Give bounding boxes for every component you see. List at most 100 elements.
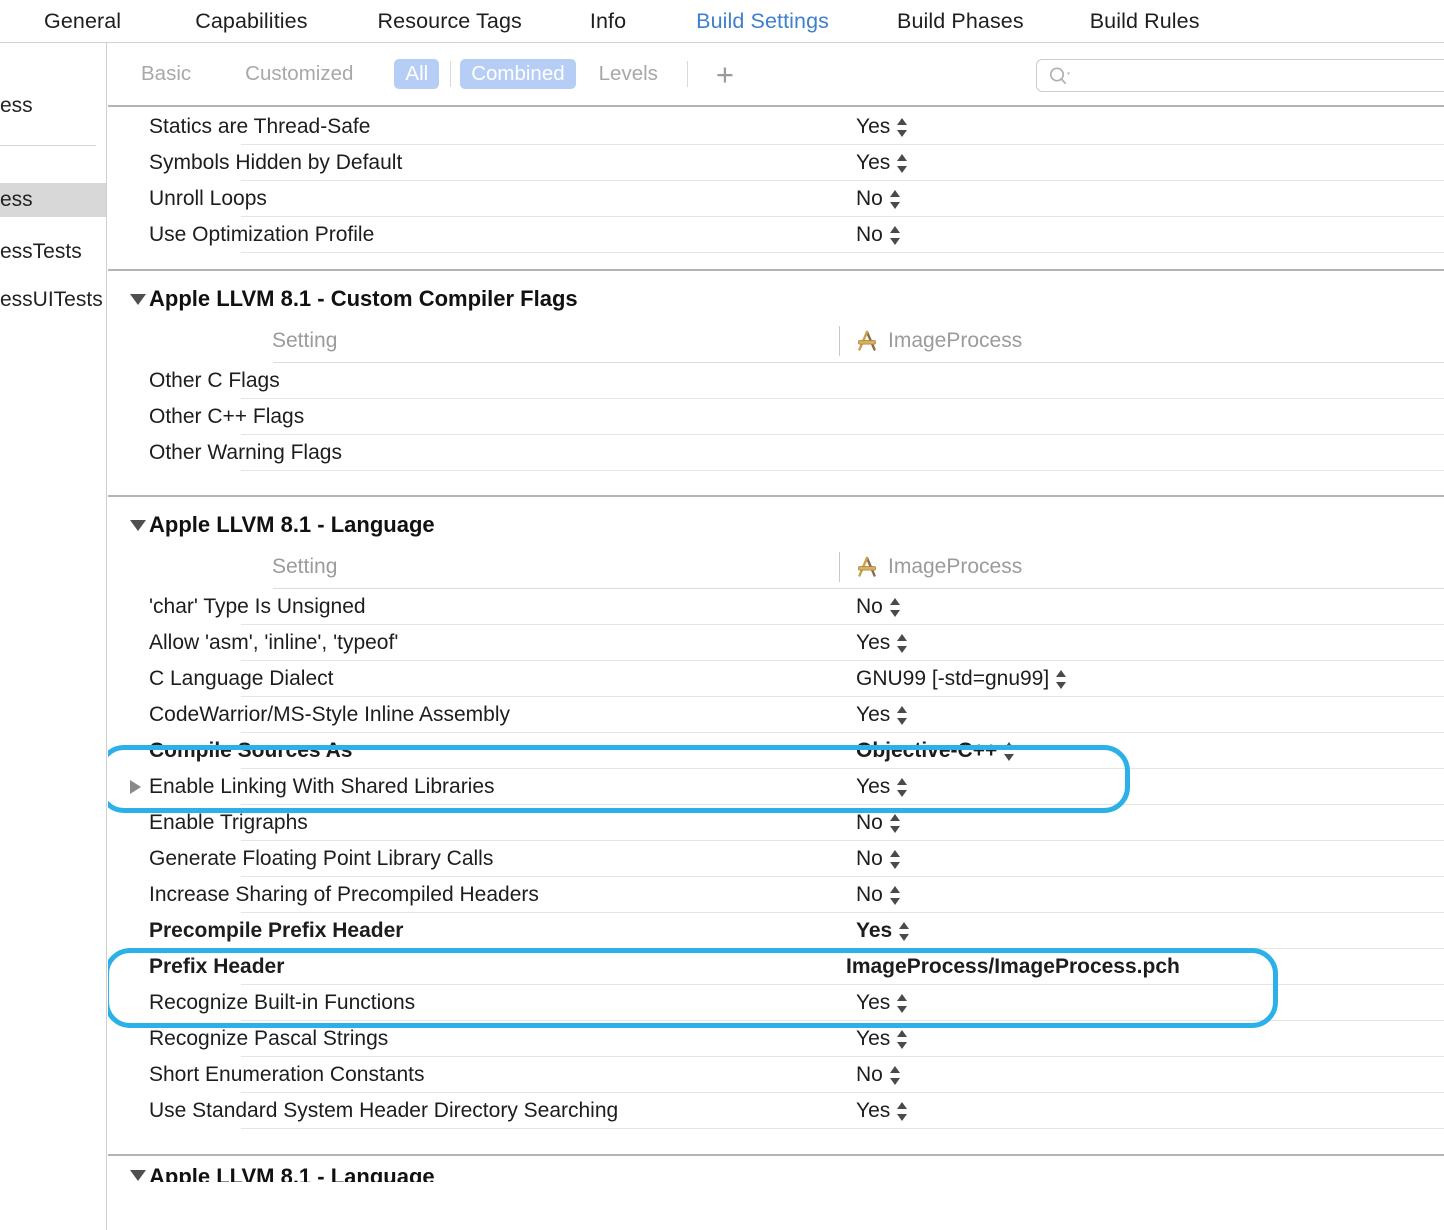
table-row[interactable]: Other Warning Flags [108, 435, 1444, 471]
stepper-icon[interactable] [890, 1066, 901, 1085]
tab-build-settings[interactable]: Build Settings [690, 7, 835, 36]
stepper-icon[interactable] [890, 814, 901, 833]
table-row[interactable]: Enable Trigraphs No [108, 805, 1444, 841]
tab-info[interactable]: Info [584, 7, 632, 36]
add-user-defined-setting-button[interactable]: + [704, 59, 746, 90]
nav-item-label: ess [0, 94, 33, 118]
setting-value[interactable]: Yes [856, 775, 908, 799]
stepper-icon[interactable] [890, 598, 901, 617]
stepper-icon[interactable] [897, 706, 908, 725]
group-header-partial[interactable]: Apple LLVM 8.1 - Language [108, 1162, 1444, 1182]
search-input[interactable] [1074, 64, 1444, 88]
setting-value[interactable]: Yes [856, 991, 908, 1015]
setting-value[interactable]: No [856, 595, 901, 619]
chevron-down-icon[interactable] [130, 1170, 146, 1181]
setting-value-text: Yes [856, 115, 890, 139]
table-row[interactable]: Other C Flags [108, 363, 1444, 399]
filter-combined[interactable]: Combined [460, 59, 575, 89]
tab-capabilities[interactable]: Capabilities [189, 7, 313, 36]
table-row[interactable]: Allow 'asm', 'inline', 'typeof' Yes [108, 625, 1444, 661]
table-row[interactable]: Statics are Thread-Safe Yes [108, 109, 1444, 145]
table-row[interactable]: C Language Dialect GNU99 [-std=gnu99] [108, 661, 1444, 697]
nav-item-target-uitests[interactable]: essUITests [0, 283, 107, 317]
setting-name: Enable Linking With Shared Libraries [149, 775, 495, 799]
stepper-icon[interactable] [897, 154, 908, 173]
table-row[interactable]: Use Standard System Header Directory Sea… [108, 1093, 1444, 1129]
chevron-down-icon[interactable] [130, 520, 146, 531]
chevron-right-icon[interactable] [130, 780, 141, 794]
filter-separator-1 [450, 61, 451, 87]
stepper-icon[interactable] [897, 1030, 908, 1049]
table-row[interactable]: Recognize Built-in Functions Yes [108, 985, 1444, 1021]
setting-value[interactable]: No [856, 223, 901, 247]
stepper-icon[interactable] [1056, 670, 1067, 689]
table-row-prefix-header[interactable]: Prefix Header ImageProcess/ImageProcess.… [108, 949, 1444, 985]
table-row[interactable]: Recognize Pascal Strings Yes [108, 1021, 1444, 1057]
setting-value[interactable]: Yes [856, 115, 908, 139]
nav-item-label: essUITests [0, 288, 103, 312]
setting-value[interactable]: ImageProcess/ImageProcess.pch [846, 955, 1180, 979]
chevron-down-icon[interactable] [130, 294, 146, 305]
filter-levels[interactable]: Levels [588, 59, 669, 89]
tab-resource-tags[interactable]: Resource Tags [372, 7, 528, 36]
build-settings-filter-toolbar: Basic Customized All Combined Levels + [108, 43, 1444, 105]
table-row[interactable]: Unroll Loops No [108, 181, 1444, 217]
setting-value[interactable]: Yes [856, 151, 908, 175]
stepper-icon[interactable] [897, 634, 908, 653]
nav-item-label: ess [0, 188, 33, 212]
nav-item-target-tests[interactable]: essTests [0, 235, 107, 269]
table-row[interactable]: Use Optimization Profile No [108, 217, 1444, 253]
filter-basic[interactable]: Basic [130, 59, 202, 89]
stepper-icon[interactable] [890, 190, 901, 209]
group-header[interactable]: Apple LLVM 8.1 - Language [108, 505, 1444, 545]
table-row[interactable]: Generate Floating Point Library Calls No [108, 841, 1444, 877]
setting-value[interactable]: Yes [856, 919, 910, 943]
build-settings-table[interactable]: Statics are Thread-Safe Yes Symbols Hidd… [108, 107, 1444, 1230]
stepper-icon[interactable] [890, 226, 901, 245]
setting-value[interactable]: Yes [856, 631, 908, 655]
setting-name: Use Optimization Profile [149, 223, 374, 247]
tab-general[interactable]: General [38, 7, 127, 36]
tab-build-phases[interactable]: Build Phases [891, 7, 1030, 36]
setting-value[interactable]: No [856, 847, 901, 871]
stepper-icon[interactable] [897, 1102, 908, 1121]
tab-build-rules[interactable]: Build Rules [1084, 7, 1206, 36]
setting-value[interactable]: GNU99 [-std=gnu99] [856, 667, 1067, 691]
setting-value[interactable]: Objective-C++ [856, 739, 1015, 763]
group-spacer [108, 471, 1444, 495]
setting-name: Precompile Prefix Header [149, 919, 403, 943]
table-row[interactable]: Symbols Hidden by Default Yes [108, 145, 1444, 181]
setting-name: Other Warning Flags [149, 441, 342, 465]
nav-item-label: essTests [0, 240, 82, 264]
stepper-icon[interactable] [1004, 742, 1015, 761]
setting-value[interactable]: No [856, 187, 901, 211]
table-row[interactable]: Other C++ Flags [108, 399, 1444, 435]
stepper-icon[interactable] [890, 850, 901, 869]
stepper-icon[interactable] [890, 886, 901, 905]
build-settings-search-field[interactable] [1036, 59, 1444, 92]
table-row[interactable]: 'char' Type Is Unsigned No [108, 589, 1444, 625]
setting-value[interactable]: No [856, 1063, 901, 1087]
table-row[interactable]: Short Enumeration Constants No [108, 1057, 1444, 1093]
table-row[interactable]: Increase Sharing of Precompiled Headers … [108, 877, 1444, 913]
group-header[interactable]: Apple LLVM 8.1 - Custom Compiler Flags [108, 279, 1444, 319]
filter-all[interactable]: All [394, 59, 439, 89]
stepper-icon[interactable] [897, 994, 908, 1013]
table-row[interactable]: CodeWarrior/MS-Style Inline Assembly Yes [108, 697, 1444, 733]
setting-value[interactable]: Yes [856, 1027, 908, 1051]
stepper-icon[interactable] [897, 118, 908, 137]
nav-item-target-imageprocess[interactable]: ess [0, 183, 107, 217]
setting-value[interactable]: No [856, 883, 901, 907]
nav-item-project[interactable]: ess [0, 89, 107, 123]
setting-value[interactable]: No [856, 811, 901, 835]
table-row-precompile-prefix-header[interactable]: Precompile Prefix Header Yes [108, 913, 1444, 949]
setting-value[interactable]: Yes [856, 703, 908, 727]
setting-value-text: Yes [856, 631, 890, 655]
filter-customized[interactable]: Customized [234, 59, 364, 89]
table-row-compile-sources-as[interactable]: Compile Sources As Objective-C++ [108, 733, 1444, 769]
stepper-icon[interactable] [897, 778, 908, 797]
stepper-icon[interactable] [899, 922, 910, 941]
table-row[interactable]: Enable Linking With Shared Libraries Yes [108, 769, 1444, 805]
setting-value-text: Yes [856, 151, 890, 175]
setting-value[interactable]: Yes [856, 1099, 908, 1123]
